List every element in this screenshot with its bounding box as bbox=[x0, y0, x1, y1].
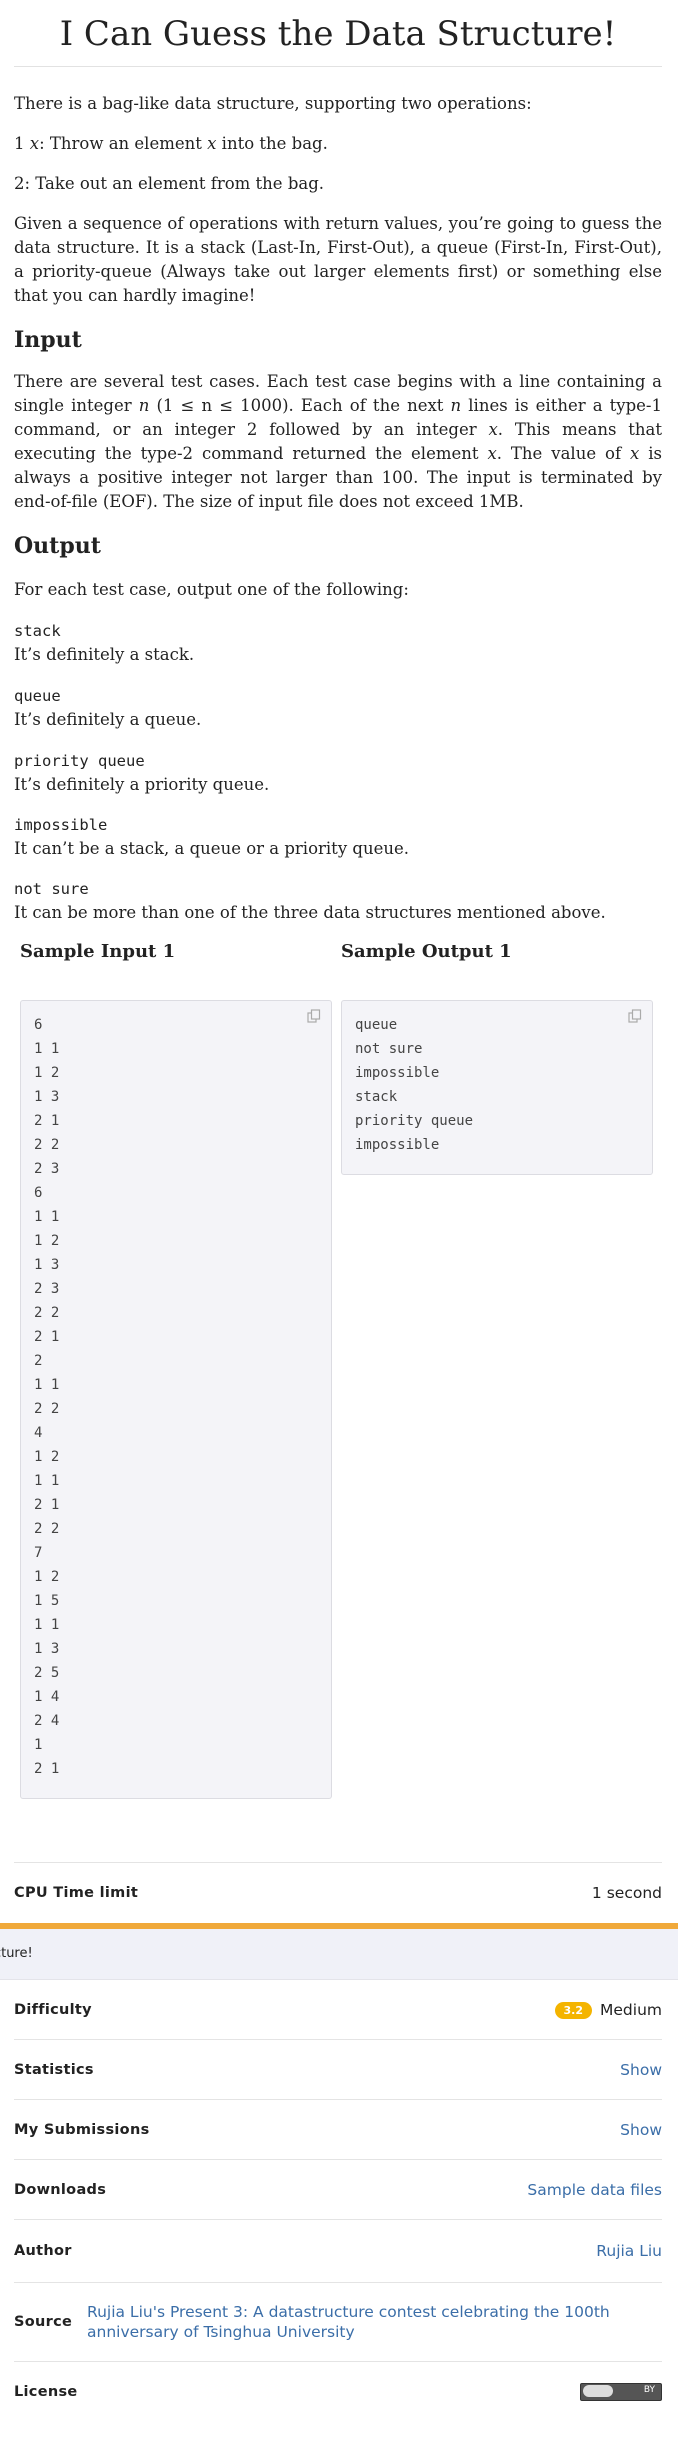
sample-output-heading: Sample Output 1 bbox=[341, 941, 512, 962]
var-n-2: n bbox=[450, 396, 462, 415]
statistics-show-link[interactable]: Show bbox=[620, 2061, 662, 2079]
output-option-priority-queue: priority queue It’s definitely a priorit… bbox=[14, 750, 269, 796]
sample-input-text: 6 1 1 1 2 1 3 2 1 2 2 2 3 6 1 1 1 2 1 3 … bbox=[34, 1017, 60, 1777]
operation-1: 1 x: Throw an element x into the bag. bbox=[14, 132, 662, 156]
input-range: (1 ≤ n ≤ 1000). bbox=[149, 396, 301, 415]
var-x-2: x bbox=[487, 444, 497, 463]
difficulty-label: Difficulty bbox=[14, 2001, 92, 2018]
output-option-stack: stack It’s definitely a stack. bbox=[14, 620, 194, 666]
op1-text-a: : Throw an element bbox=[39, 134, 208, 153]
option-meaning: It’s definitely a stack. bbox=[14, 645, 195, 664]
option-code: not sure bbox=[14, 880, 89, 898]
problem-info-table-continued: Difficulty 3.2 Medium Statistics Show My … bbox=[14, 1980, 662, 2421]
info-row-author: Author Rujia Liu bbox=[14, 2219, 662, 2282]
sticky-title-bar: I Can Guess the Data Structure! bbox=[0, 1929, 678, 1980]
info-row-statistics: Statistics Show bbox=[14, 2039, 662, 2099]
copy-icon[interactable] bbox=[628, 1009, 642, 1023]
downloads-label: Downloads bbox=[14, 2181, 107, 2198]
option-meaning: It can be more than one of the three dat… bbox=[14, 903, 606, 922]
option-meaning: It’s definitely a priority queue. bbox=[14, 775, 270, 794]
difficulty-value: Medium bbox=[600, 2000, 662, 2019]
input-text-5: . The value of bbox=[496, 444, 630, 463]
info-row-difficulty: Difficulty 3.2 Medium bbox=[14, 1980, 662, 2039]
problem-info-table: CPU Time limit 1 second bbox=[14, 1862, 662, 1922]
sample-data-link[interactable]: Sample data files bbox=[527, 2181, 662, 2199]
op1-text-b: into the bag. bbox=[216, 134, 328, 153]
option-code: impossible bbox=[14, 816, 108, 834]
source-link[interactable]: Rujia Liu's Present 3: A datastructure c… bbox=[87, 2302, 662, 2342]
author-link[interactable]: Rujia Liu bbox=[596, 2242, 662, 2260]
description-paragraph: Given a sequence of operations with retu… bbox=[14, 214, 662, 305]
option-meaning: It can’t be a stack, a queue or a priori… bbox=[14, 839, 409, 858]
sample-output-text: queue not sure impossible stack priority… bbox=[355, 1017, 474, 1153]
option-meaning: It’s definitely a queue. bbox=[14, 710, 202, 729]
license-label: License bbox=[14, 2383, 78, 2400]
sample-input-box: 6 1 1 1 2 1 3 2 1 2 2 2 3 6 1 1 1 2 1 3 … bbox=[20, 1000, 332, 1799]
output-intro: For each test case, output one of the fo… bbox=[14, 580, 409, 599]
option-code: priority queue bbox=[14, 752, 145, 770]
sample-input-column: Sample Input 1 6 1 1 1 2 1 3 2 1 2 2 2 3… bbox=[20, 940, 332, 1799]
var-x-3: x bbox=[629, 444, 640, 463]
cpu-value: 1 second bbox=[591, 1883, 662, 1902]
sample-output-column: Sample Output 1 queue not sure impossibl… bbox=[341, 940, 653, 1175]
op1-var: x bbox=[29, 134, 40, 153]
input-text-2: Each of the next bbox=[300, 396, 451, 415]
output-heading: Output bbox=[14, 533, 101, 559]
operation-2: 2: Take out an element from the bag. bbox=[14, 174, 325, 193]
input-heading: Input bbox=[14, 327, 82, 353]
intro-paragraph: There is a bag-like data structure, supp… bbox=[14, 94, 532, 113]
info-row-license: License BY bbox=[14, 2361, 662, 2421]
input-description: There are several test cases. Each test … bbox=[14, 370, 662, 514]
author-label: Author bbox=[14, 2243, 72, 2259]
submissions-show-link[interactable]: Show bbox=[620, 2121, 662, 2139]
page-title: I Can Guess the Data Structure! bbox=[14, 0, 662, 67]
info-row-downloads: Downloads Sample data files bbox=[14, 2159, 662, 2219]
license-badge-text: BY bbox=[643, 2384, 655, 2395]
source-label: Source bbox=[14, 2314, 73, 2330]
var-x: x bbox=[488, 420, 498, 439]
copy-icon[interactable] bbox=[307, 1009, 321, 1023]
sticky-title: I Can Guess the Data Structure! bbox=[0, 1946, 33, 1961]
problem-body: I Can Guess the Data Structure! There is… bbox=[14, 0, 662, 922]
info-row-submissions: My Submissions Show bbox=[14, 2099, 662, 2159]
info-row-cpu: CPU Time limit 1 second bbox=[14, 1862, 662, 1922]
output-option-queue: queue It’s definitely a queue. bbox=[14, 685, 201, 731]
output-option-not-sure: not sure It can be more than one of the … bbox=[14, 878, 606, 924]
info-row-source: Source Rujia Liu's Present 3: A datastru… bbox=[14, 2282, 662, 2361]
statistics-label: Statistics bbox=[14, 2061, 94, 2078]
sample-input-heading: Sample Input 1 bbox=[20, 941, 176, 962]
sample-output-box: queue not sure impossible stack priority… bbox=[341, 1000, 653, 1175]
output-option-impossible: impossible It can’t be a stack, a queue … bbox=[14, 814, 409, 860]
option-code: queue bbox=[14, 687, 61, 705]
difficulty-value-wrap: 3.2 Medium bbox=[554, 2000, 662, 2019]
op1-number: 1 bbox=[14, 134, 30, 153]
var-n: n bbox=[138, 396, 150, 415]
difficulty-badge: 3.2 bbox=[554, 2001, 593, 2019]
cc-by-license-icon[interactable]: BY bbox=[580, 2382, 662, 2401]
option-code: stack bbox=[14, 622, 61, 640]
cpu-label: CPU Time limit bbox=[14, 1884, 139, 1901]
submissions-label: My Submissions bbox=[14, 2121, 150, 2138]
